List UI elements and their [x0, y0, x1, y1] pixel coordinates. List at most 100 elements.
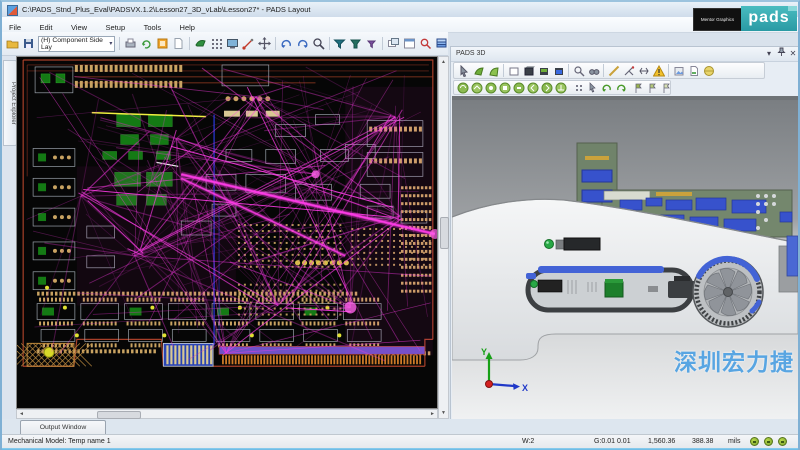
main-toolbar: (H) Component Side Lay▾ [2, 32, 448, 56]
filter-funnel-icon[interactable] [333, 36, 346, 51]
pads-layout-window: C:\PADS_Stnd_Plus_Eval\PADSVX.1.2\Lesson… [0, 0, 800, 450]
mentor-graphics-logo: Mentor Graphics [693, 8, 742, 31]
pads-3d-toolbar-top [453, 62, 765, 79]
status-indicator-2[interactable] [764, 437, 773, 446]
title-bar[interactable]: C:\PADS_Stnd_Plus_Eval\PADSVX.1.2\Lesson… [2, 2, 798, 17]
pads-3d-header[interactable]: PADS 3D ✕ ▾ [451, 47, 799, 62]
fan [693, 257, 763, 327]
open-file-icon[interactable] [6, 36, 19, 51]
toolbar-separator [503, 64, 504, 77]
warning-icon[interactable] [652, 64, 665, 77]
rotate-cw-icon[interactable] [615, 81, 627, 94]
align-icon[interactable] [637, 64, 650, 77]
new-document-icon[interactable] [172, 36, 185, 51]
section-cut-icon[interactable] [622, 64, 635, 77]
window-title: C:\PADS_Stnd_Plus_Eval\PADSVX.1.2\Lesson… [22, 2, 311, 17]
view-iso2-icon[interactable] [555, 81, 567, 94]
scroll-up-icon[interactable]: ▲ [441, 58, 446, 66]
filter-cup-icon[interactable] [349, 36, 362, 51]
status-coord-y: 388.38 [692, 435, 713, 449]
select-arrow-icon[interactable] [457, 64, 470, 77]
flag-3-icon[interactable] [661, 81, 673, 94]
view-right-icon[interactable] [541, 81, 553, 94]
output-window-tab[interactable]: Output Window [20, 420, 106, 434]
flag-1-icon[interactable] [633, 81, 645, 94]
view-back-icon[interactable] [513, 81, 525, 94]
pads-3d-panel: PADS 3D ✕ ▾ [450, 46, 800, 420]
status-bar: Mechanical Model: Temp name 1 W:2 G:0.01… [2, 434, 798, 449]
redo-eco-icon[interactable] [140, 36, 153, 51]
toolbar-separator [382, 37, 383, 50]
snapshot-icon[interactable] [672, 64, 685, 77]
view-iso-ne-icon[interactable] [457, 81, 469, 94]
grid-points-icon[interactable] [573, 81, 585, 94]
rotate-ccw-icon[interactable] [601, 81, 613, 94]
view-box-icon[interactable] [507, 64, 520, 77]
view-iso-nw-icon[interactable] [471, 81, 483, 94]
pads-3d-viewport[interactable]: Y X 深圳宏力捷 [452, 96, 798, 419]
hscroll-thumb[interactable] [97, 411, 141, 419]
canvas-vscrollbar[interactable]: ▲ ▼ [438, 56, 449, 419]
view-top-icon[interactable] [537, 64, 550, 77]
new-window-icon[interactable] [387, 36, 400, 51]
status-units[interactable]: mils [728, 435, 740, 449]
display-colors-icon[interactable] [226, 36, 239, 51]
canvas-hscrollbar[interactable]: ◄ ► [16, 409, 438, 419]
vscroll-thumb[interactable] [440, 217, 449, 249]
layer-selector-value: (H) Component Side Lay [41, 37, 109, 51]
layers-3d-icon[interactable] [435, 36, 448, 51]
flag-2-icon[interactable] [647, 81, 659, 94]
toolbar-separator [329, 37, 330, 50]
sphere-view-icon[interactable] [702, 64, 715, 77]
show-mech-icon[interactable] [487, 64, 500, 77]
project-explorer-tab[interactable]: Project Explorer [3, 60, 17, 146]
zoom-icon[interactable] [312, 36, 325, 51]
tile-window-icon[interactable] [403, 36, 416, 51]
pads-3d-title: PADS 3D [451, 50, 485, 57]
status-grid: G:0.01 0.01 [594, 435, 631, 449]
scroll-left-icon[interactable]: ◄ [19, 410, 24, 418]
layer-selector-dropdown[interactable]: (H) Component Side Lay▾ [38, 36, 115, 52]
pads-3d-toolbar-views [453, 80, 671, 95]
pcb-artwork [17, 57, 437, 408]
undo-icon[interactable] [280, 36, 293, 51]
show-components-icon[interactable] [472, 64, 485, 77]
axis-x-label: X [522, 383, 528, 393]
toolbar-separator [603, 64, 604, 77]
scroll-right-icon[interactable]: ► [430, 410, 435, 418]
grid-dots-icon[interactable] [210, 36, 223, 51]
status-indicator-3[interactable] [778, 437, 787, 446]
measure-icon[interactable] [607, 64, 620, 77]
view-bottom-icon[interactable] [552, 64, 565, 77]
view-left-icon[interactable] [527, 81, 539, 94]
redo-icon[interactable] [296, 36, 309, 51]
pick-icon[interactable] [587, 81, 599, 94]
paste-special-icon[interactable] [156, 36, 169, 51]
export-icon[interactable] [687, 64, 700, 77]
route-mode-icon[interactable] [242, 36, 255, 51]
toolbar-separator [275, 37, 276, 50]
axis-y-label: Y [481, 347, 487, 357]
zoom-window-icon[interactable] [572, 64, 585, 77]
pin-icon[interactable] [775, 47, 787, 61]
scene-top-edge [452, 96, 798, 100]
status-indicator-1[interactable] [750, 437, 759, 446]
scroll-down-icon[interactable]: ▼ [441, 409, 446, 417]
view-top2-icon[interactable] [485, 81, 497, 94]
print-icon[interactable] [124, 36, 137, 51]
status-coord-x: 1,560.36 [648, 435, 675, 449]
app-icon [7, 5, 18, 16]
copper-pour-icon[interactable] [194, 36, 207, 51]
close-icon[interactable]: ✕ [787, 47, 799, 60]
save-icon[interactable] [22, 36, 35, 51]
binoculars-icon[interactable] [587, 64, 600, 77]
pcb-layout-canvas[interactable] [16, 56, 438, 409]
view-front-icon[interactable] [499, 81, 511, 94]
view-solid-icon[interactable] [522, 64, 535, 77]
move-mode-icon[interactable] [258, 36, 271, 51]
query-icon[interactable] [419, 36, 432, 51]
panel-menu-icon[interactable]: ▾ [763, 47, 775, 60]
filter-small-icon[interactable] [365, 36, 378, 51]
output-tab-row: Output Window [2, 419, 798, 434]
toolbar-separator [668, 64, 669, 77]
